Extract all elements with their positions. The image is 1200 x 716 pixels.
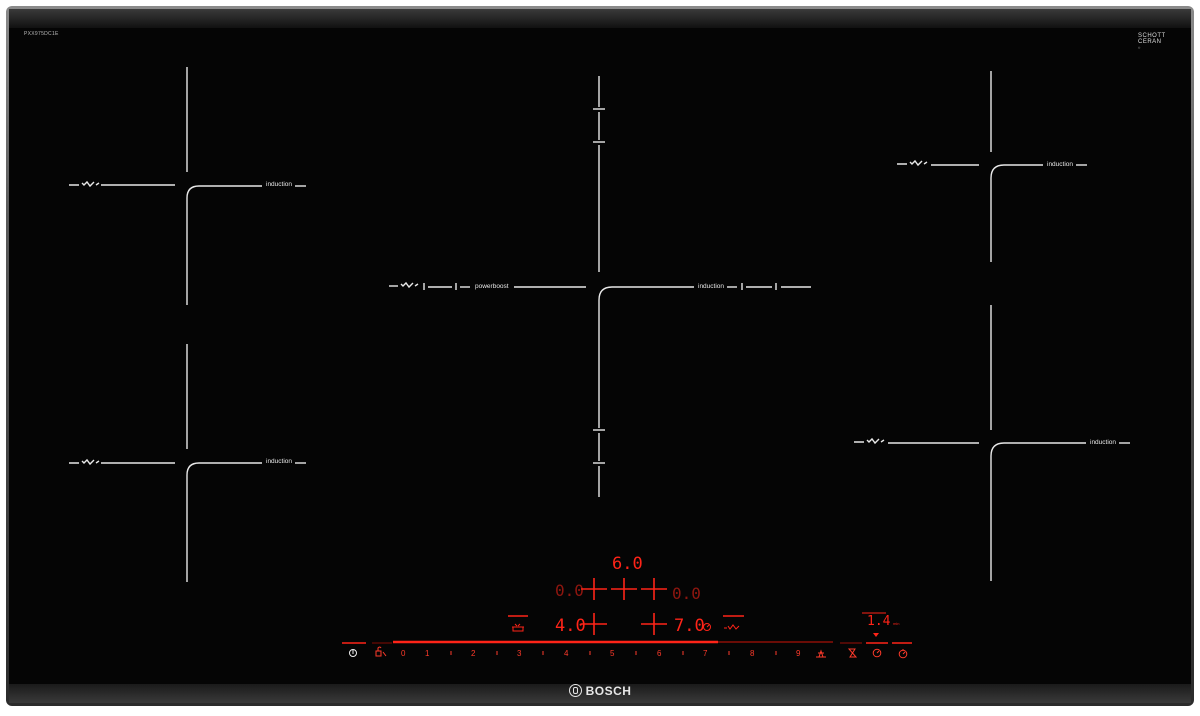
zone-label-bottom-right: induction [1090, 439, 1116, 446]
zone-label-top-right: induction [1047, 161, 1073, 168]
scale-5[interactable]: 5 [610, 649, 615, 658]
zone-label-powerboost: powerboost [475, 283, 509, 290]
display-zone-right-value: 0.0 [672, 584, 701, 603]
scale-3[interactable]: 3 [517, 649, 522, 658]
scale-4[interactable]: 4 [564, 649, 569, 658]
child-lock-icon [375, 646, 387, 657]
wave-icon [724, 624, 740, 630]
timer-pointer-icon [873, 633, 879, 637]
zone-label-bottom-left: induction [266, 458, 292, 465]
scale-7[interactable]: 7 [703, 649, 708, 658]
pot-icon [512, 623, 524, 632]
hourglass-icon [847, 648, 858, 658]
timer-unit: min [893, 621, 899, 626]
display-zone-front-left-value: 4.0 [555, 616, 586, 636]
scale-6[interactable]: 6 [657, 649, 662, 658]
scale-0[interactable]: 0 [401, 649, 406, 658]
brand-name: BOSCH [585, 684, 632, 698]
display-zone-front-right-value: 7.0 [674, 616, 705, 636]
scale-9[interactable]: 9 [796, 649, 801, 658]
zone-label-center: induction [698, 283, 724, 290]
zone-label-top-left: induction [266, 181, 292, 188]
boost-icon [816, 649, 826, 658]
scale-1[interactable]: 1 [425, 649, 430, 658]
scale-8[interactable]: 8 [750, 649, 755, 658]
bosch-logo-icon [568, 684, 582, 697]
display-top-value: 6.0 [612, 554, 643, 574]
brand-logo: BOSCH [0, 684, 1200, 698]
scale-2[interactable]: 2 [471, 649, 476, 658]
hob-markings: induction induction powerboost induction… [69, 67, 1130, 659]
display-zone-left-value: 0.0 [555, 581, 584, 600]
timer-value: 1.4 [867, 614, 891, 629]
